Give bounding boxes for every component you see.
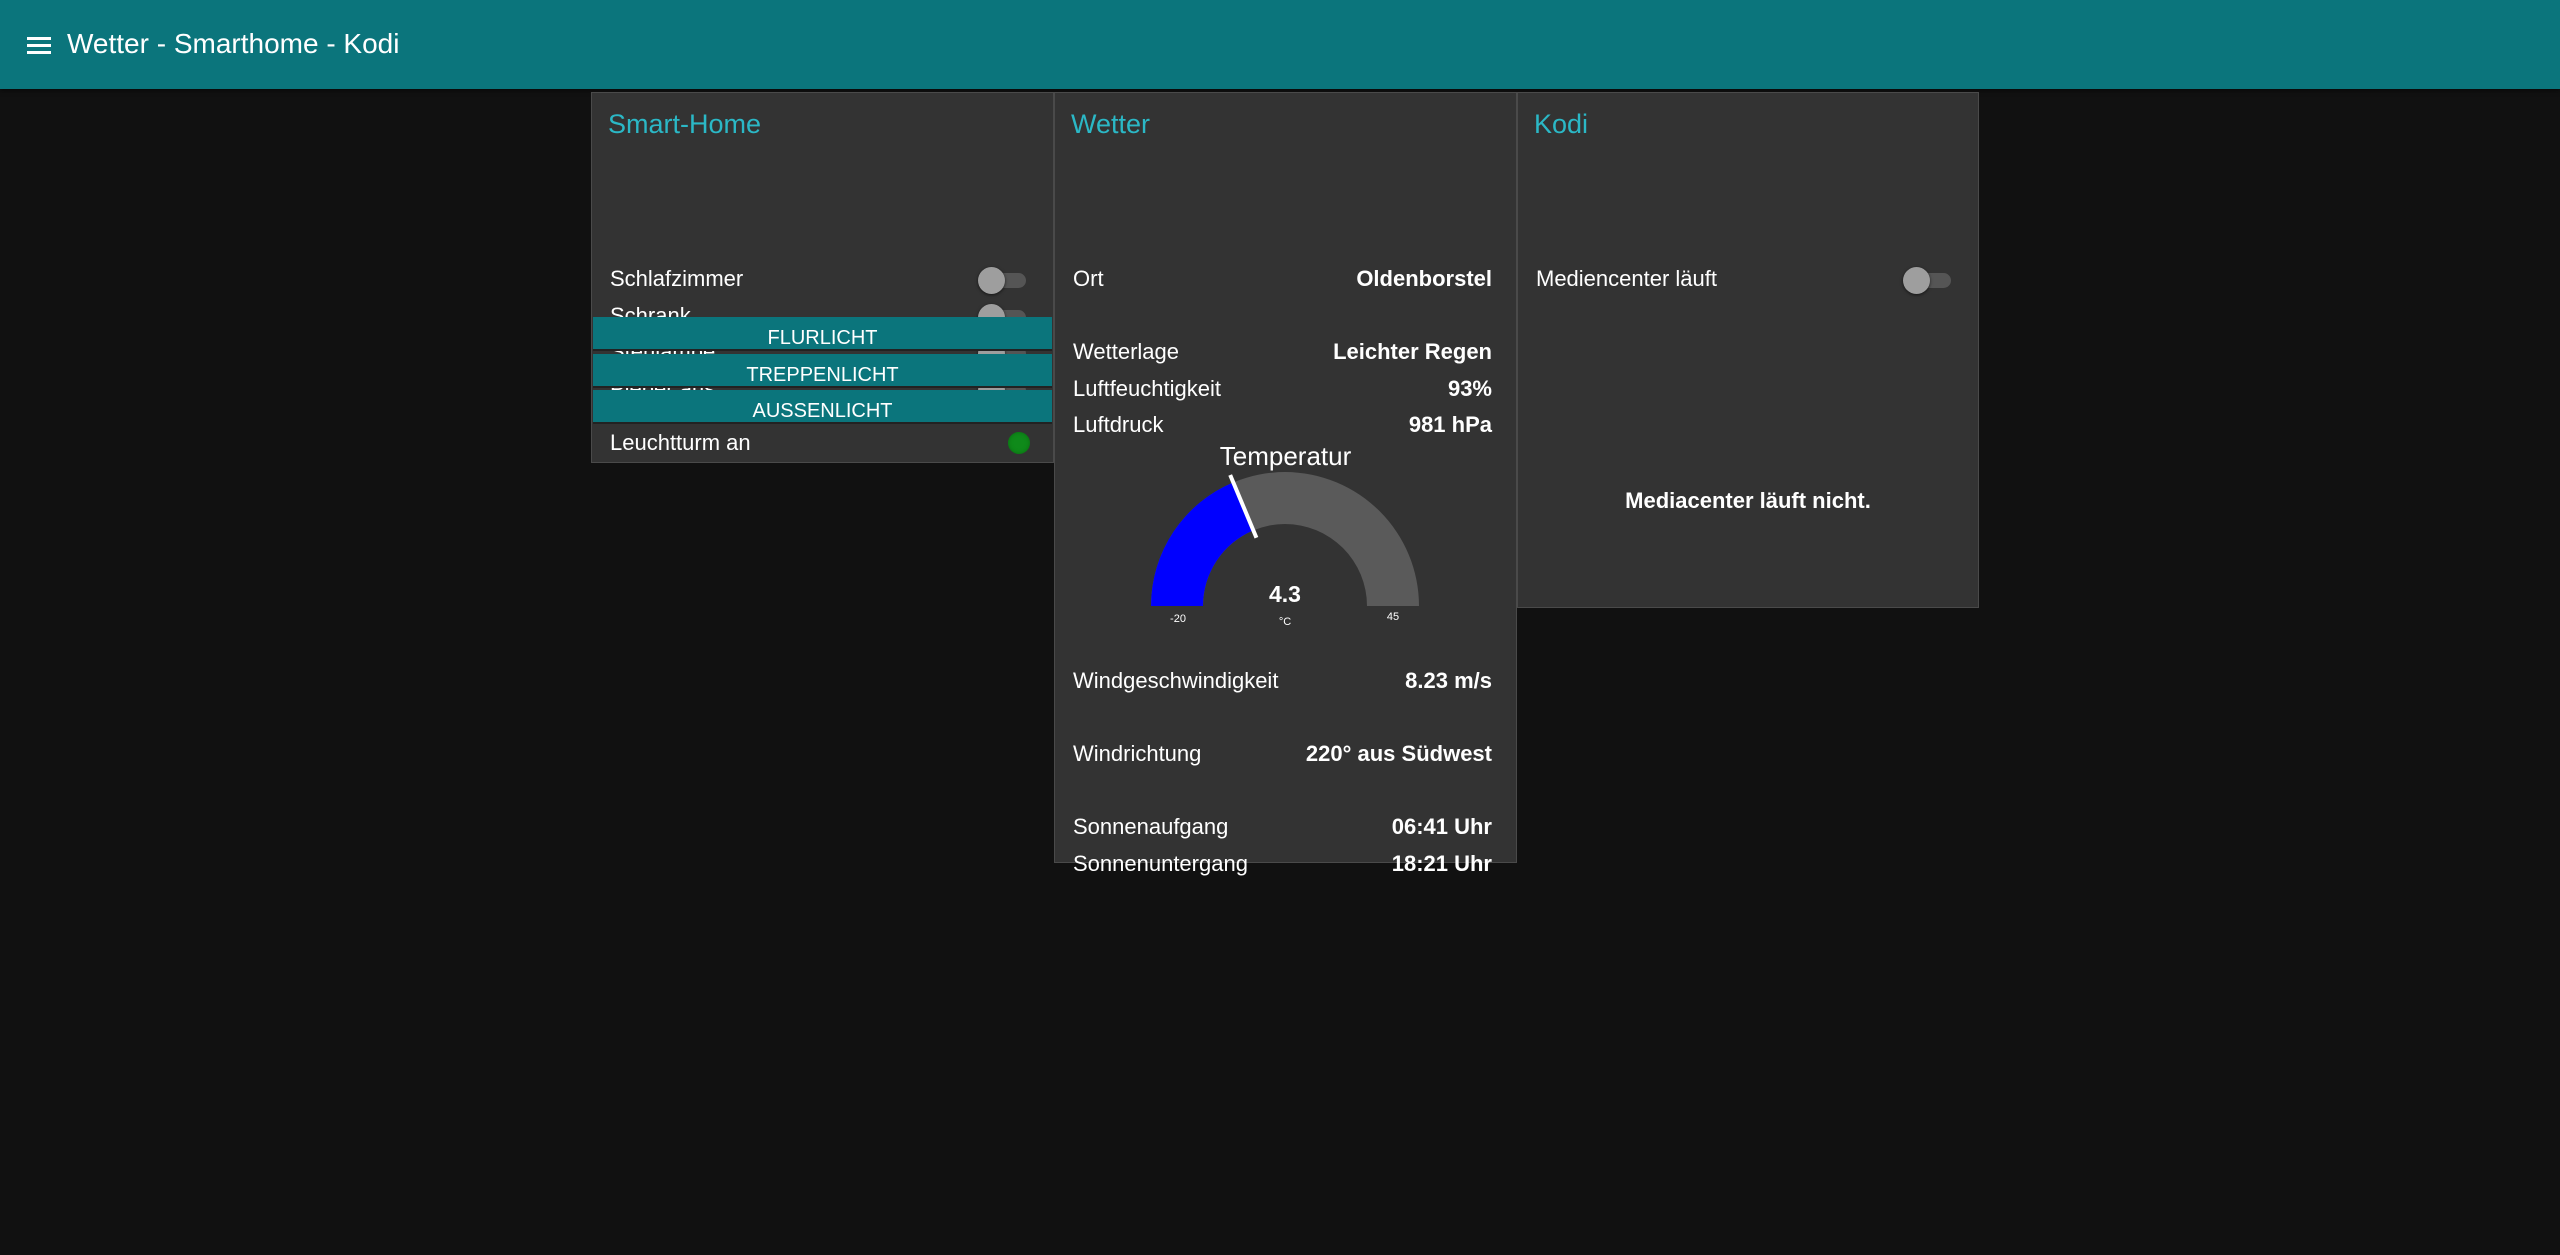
windspeed-label: Windgeschwindigkeit (1073, 668, 1279, 693)
status-led-icon (1008, 432, 1030, 454)
flurlicht-button[interactable]: FLURLICHT (593, 317, 1052, 351)
weather-card: Wetter Ort Oldenborstel Wetterlage Leich… (1054, 92, 1517, 876)
wetterlage-label: Wetterlage (1073, 339, 1179, 364)
hamburger-menu-icon[interactable] (24, 34, 54, 58)
weather-row-winddirection: Windrichtung 220° aus Südwest (1073, 738, 1492, 770)
toggle-mediacenter[interactable] (1903, 266, 1953, 294)
sunrise-label: Sonnenaufgang (1073, 814, 1229, 839)
app-bar: Wetter - Smarthome - Kodi (0, 0, 2560, 89)
weather-row-pressure: Luftdruck 981 hPa (1073, 409, 1492, 441)
ort-label: Ort (1073, 266, 1104, 291)
weather-row-ort: Ort Oldenborstel (1073, 263, 1492, 295)
sunrise-value: 06:41 Uhr (1391, 814, 1492, 839)
kodi-card: Kodi Mediencenter läuft Mediacenter läuf… (1517, 92, 1979, 608)
wetterlage-value: Leichter Regen (1333, 339, 1492, 364)
indicator-row-leuchtturm: Leuchtturm an (610, 427, 1029, 459)
ort-value: Oldenborstel (1356, 266, 1492, 291)
switch-label: Schlafzimmer (610, 266, 744, 291)
gauge-value: 4.3 (1269, 581, 1301, 607)
gauge-min-label: -20 (1170, 613, 1186, 625)
app-title: Wetter - Smarthome - Kodi (67, 28, 400, 59)
winddirection-value: 220° aus Südwest (1305, 741, 1492, 766)
smarthome-card-title: Smart-Home (608, 109, 762, 139)
treppenlicht-button[interactable]: TREPPENLICHT (593, 354, 1052, 388)
gauge-unit: °C (1279, 616, 1291, 628)
temperature-gauge: 4.3 °C -20 45 (1151, 472, 1419, 628)
gauge-fill (1151, 482, 1254, 606)
weather-row-sunrise: Sonnenaufgang 06:41 Uhr (1073, 811, 1492, 843)
weather-row-windspeed: Windgeschwindigkeit 8.23 m/s (1073, 665, 1492, 697)
sunset-label: Sonnenuntergang (1073, 851, 1248, 876)
pressure-value: 981 hPa (1408, 412, 1492, 437)
windspeed-value: 8.23 m/s (1405, 668, 1492, 693)
weather-row-humidity: Luftfeuchtigkeit 93% (1073, 373, 1492, 405)
weather-card-title: Wetter (1071, 109, 1151, 139)
indicator-label: Leuchtturm an (610, 430, 751, 455)
kodi-card-title: Kodi (1534, 109, 1589, 139)
winddirection-label: Windrichtung (1073, 741, 1202, 766)
pressure-label: Luftdruck (1073, 412, 1164, 437)
kodi-switch-row: Mediencenter läuft (1536, 263, 1954, 295)
smarthome-card: Smart-Home Schlafzimmer Schrank Stehlamp… (591, 92, 1054, 463)
humidity-label: Luftfeuchtigkeit (1073, 376, 1221, 401)
weather-row-sunset: Sonnenuntergang 18:21 Uhr (1073, 848, 1492, 880)
toggle-schlafzimmer[interactable] (978, 266, 1028, 294)
humidity-value: 93% (1447, 376, 1492, 401)
sunset-value: 18:21 Uhr (1391, 851, 1492, 876)
gauge-max-label: 45 (1387, 611, 1399, 623)
weather-row-wetterlage: Wetterlage Leichter Regen (1073, 336, 1492, 368)
kodi-switch-label: Mediencenter läuft (1536, 266, 1717, 291)
kodi-status-message: Mediacenter läuft nicht. (1625, 488, 1871, 513)
aussenlicht-button[interactable]: AUSSENLICHT (593, 390, 1052, 424)
switch-row-schlafzimmer: Schlafzimmer (610, 263, 1029, 295)
